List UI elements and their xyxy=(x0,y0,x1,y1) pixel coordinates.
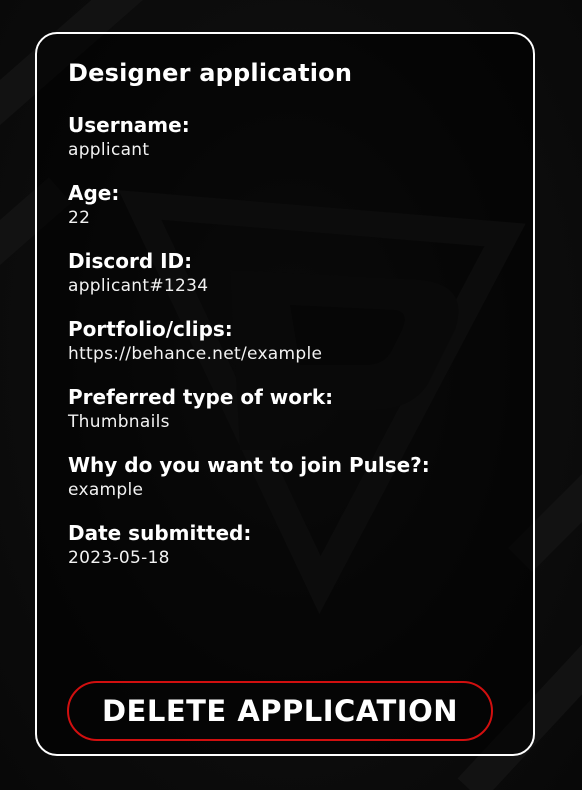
field-date-submitted: Date submitted: 2023-05-18 xyxy=(68,520,533,570)
field-label: Age: xyxy=(68,181,120,205)
card-title: Designer application xyxy=(68,59,353,87)
field-value: Thumbnails xyxy=(68,412,170,432)
application-card: Designer application Username: applicant… xyxy=(35,32,535,756)
field-label: Date submitted: xyxy=(68,521,252,545)
field-age: Age: 22 xyxy=(68,180,533,230)
field-label: Discord ID: xyxy=(68,249,193,273)
field-value: https://behance.net/example xyxy=(68,344,323,364)
field-portfolio: Portfolio/clips: https://behance.net/exa… xyxy=(68,316,533,366)
field-value: applicant#1234 xyxy=(68,276,209,296)
field-discord-id: Discord ID: applicant#1234 xyxy=(68,248,533,298)
delete-application-button[interactable]: DELETE APPLICATION xyxy=(67,681,493,741)
field-username: Username: applicant xyxy=(68,112,533,162)
field-value: 22 xyxy=(68,208,91,228)
field-value: applicant xyxy=(68,140,150,160)
field-value: 2023-05-18 xyxy=(68,548,170,568)
field-value: example xyxy=(68,480,144,500)
field-preferred-work: Preferred type of work: Thumbnails xyxy=(68,384,533,434)
field-label: Portfolio/clips: xyxy=(68,317,233,341)
field-label: Why do you want to join Pulse?: xyxy=(68,453,430,477)
field-label: Username: xyxy=(68,113,190,137)
field-why-join: Why do you want to join Pulse?: example xyxy=(68,452,533,502)
field-label: Preferred type of work: xyxy=(68,385,334,409)
